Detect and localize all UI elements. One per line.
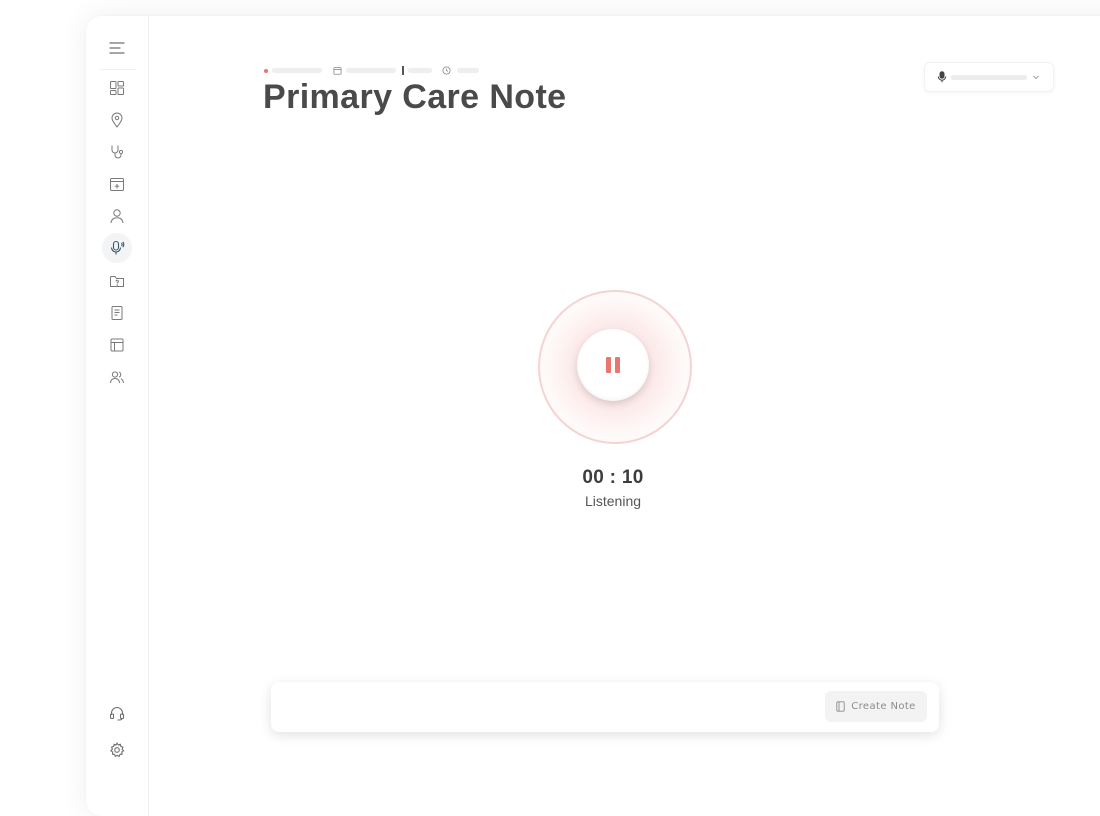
sidebar-item-appointments[interactable] [102, 169, 132, 199]
layout-icon [110, 338, 124, 352]
sidebar [86, 16, 149, 816]
page-title: Primary Care Note [263, 78, 567, 116]
microphone-icon [937, 71, 947, 83]
chevron-down-icon [1033, 75, 1039, 80]
sidebar-item-support[interactable] [102, 698, 132, 728]
pause-icon [606, 357, 620, 373]
document-icon [111, 306, 123, 320]
status-dot [264, 69, 268, 73]
time-placeholder [408, 68, 432, 73]
sidebar-item-referrals[interactable] [102, 266, 132, 296]
calendar-add-icon [110, 178, 124, 191]
note-icon [836, 701, 845, 712]
app-window: Primary Care Note 00 : 10 Listening Crea… [86, 16, 1100, 816]
sidebar-item-recording[interactable] [102, 233, 132, 263]
action-bar: Create Note [271, 682, 939, 732]
sidebar-divider [100, 69, 136, 70]
sidebar-item-locations[interactable] [102, 105, 132, 135]
calendar-icon [333, 67, 342, 75]
pause-recording-button[interactable] [577, 329, 649, 401]
users-icon [110, 371, 124, 384]
microphone-icon [110, 240, 125, 255]
date-placeholder [346, 68, 396, 73]
menu-toggle-button[interactable] [102, 33, 132, 63]
create-note-label: Create Note [851, 701, 916, 712]
sidebar-item-settings[interactable] [102, 735, 132, 765]
headset-icon [109, 707, 125, 721]
clock-icon [442, 66, 451, 75]
recording-timer: 00 : 10 [582, 467, 644, 488]
stethoscope-icon [111, 145, 124, 159]
sidebar-item-clinical[interactable] [102, 137, 132, 167]
sidebar-item-templates[interactable] [102, 330, 132, 360]
location-pin-icon [111, 112, 123, 128]
recording-status: Listening [584, 493, 642, 509]
sidebar-item-dashboard[interactable] [102, 73, 132, 103]
folder-question-icon [110, 276, 124, 287]
settings-icon [110, 742, 125, 758]
microphone-select[interactable] [924, 62, 1054, 92]
duration-placeholder [457, 68, 479, 73]
sidebar-item-team[interactable] [102, 362, 132, 392]
menu-icon [109, 42, 125, 54]
separator [402, 66, 404, 75]
microphone-name-placeholder [951, 75, 1027, 80]
dashboard-icon [110, 81, 124, 95]
metadata-placeholder [272, 68, 322, 73]
note-metadata [264, 66, 494, 76]
create-note-button[interactable]: Create Note [825, 691, 927, 722]
sidebar-item-patients[interactable] [102, 201, 132, 231]
sidebar-item-notes[interactable] [102, 298, 132, 328]
user-icon [110, 209, 124, 224]
